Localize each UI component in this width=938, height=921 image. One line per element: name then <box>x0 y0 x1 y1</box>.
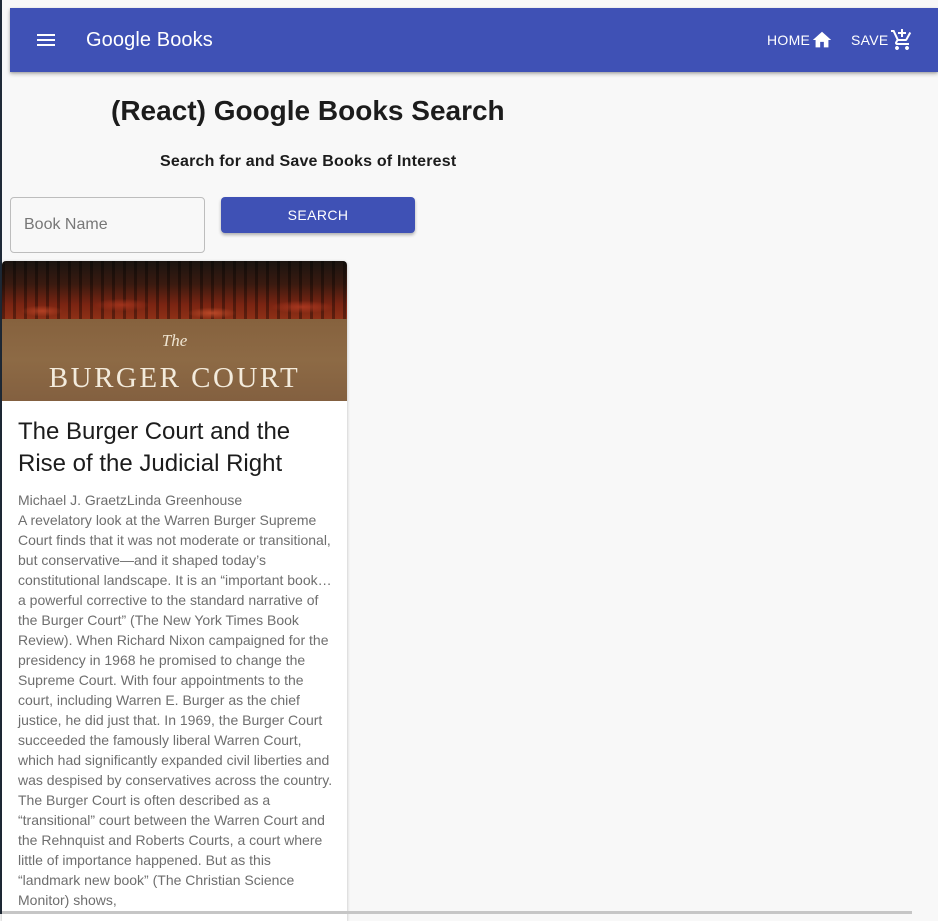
book-cover-image: The BURGER COURT <box>2 261 347 401</box>
book-name-input[interactable] <box>11 198 204 252</box>
top-gap <box>2 0 938 8</box>
page-subtitle: Search for and Save Books of Interest <box>160 153 457 170</box>
add-shopping-cart-icon <box>890 28 914 52</box>
cover-text-large: BURGER COURT <box>48 362 301 394</box>
book-description: A revelatory look at the Warren Burger S… <box>18 512 333 908</box>
search-button[interactable]: SEARCH <box>221 197 415 233</box>
save-button[interactable]: SAVE <box>851 26 914 54</box>
home-label: HOME <box>767 32 811 48</box>
home-icon <box>811 29 833 51</box>
save-label: SAVE <box>851 32 889 48</box>
book-title: The Burger Court and the Rise of the Jud… <box>18 418 291 477</box>
book-card: The BURGER COURT The Burger Court and th… <box>2 261 347 921</box>
page-title: (React) Google Books Search <box>111 95 505 126</box>
home-button[interactable]: HOME <box>767 26 833 54</box>
app-bar: Google Books HOME SAVE <box>10 8 938 72</box>
cover-text-small: The <box>161 331 188 350</box>
book-authors: Michael J. GraetzLinda Greenhouse <box>18 492 243 508</box>
app-title: Google Books <box>86 29 213 51</box>
book-name-field <box>10 197 205 253</box>
hamburger-menu-icon <box>37 34 55 46</box>
menu-button[interactable] <box>34 28 58 52</box>
